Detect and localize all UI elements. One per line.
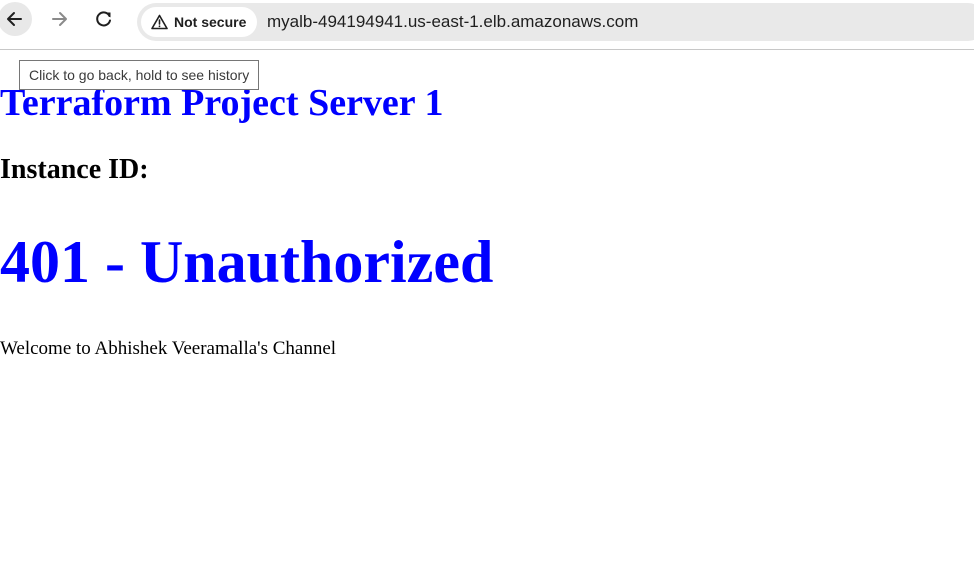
arrow-right-icon (52, 12, 67, 26)
warning-triangle-icon (151, 14, 168, 30)
welcome-text: Welcome to Abhishek Veeramalla's Channel (0, 338, 337, 359)
status-message: 401 - Unauthorized (0, 229, 494, 295)
back-button[interactable] (0, 2, 32, 36)
security-label: Not secure (174, 14, 247, 30)
forward-button[interactable] (42, 2, 76, 36)
reload-icon (96, 11, 111, 27)
page-content: Terraform Project Server 1 Instance ID: … (0, 51, 974, 569)
reload-button[interactable] (87, 2, 121, 36)
site-security-chip[interactable]: Not secure (141, 7, 258, 37)
back-button-tooltip: Click to go back, hold to see history (19, 60, 260, 90)
arrow-left-icon (7, 12, 22, 26)
instance-id-label: Instance ID: (0, 154, 149, 185)
address-bar[interactable]: Not secure myalb-494194941.us-east-1.elb… (137, 3, 974, 41)
browser-toolbar: Not secure myalb-494194941.us-east-1.elb… (0, 0, 974, 50)
url-text[interactable]: myalb-494194941.us-east-1.elb.amazonaws.… (267, 3, 638, 41)
